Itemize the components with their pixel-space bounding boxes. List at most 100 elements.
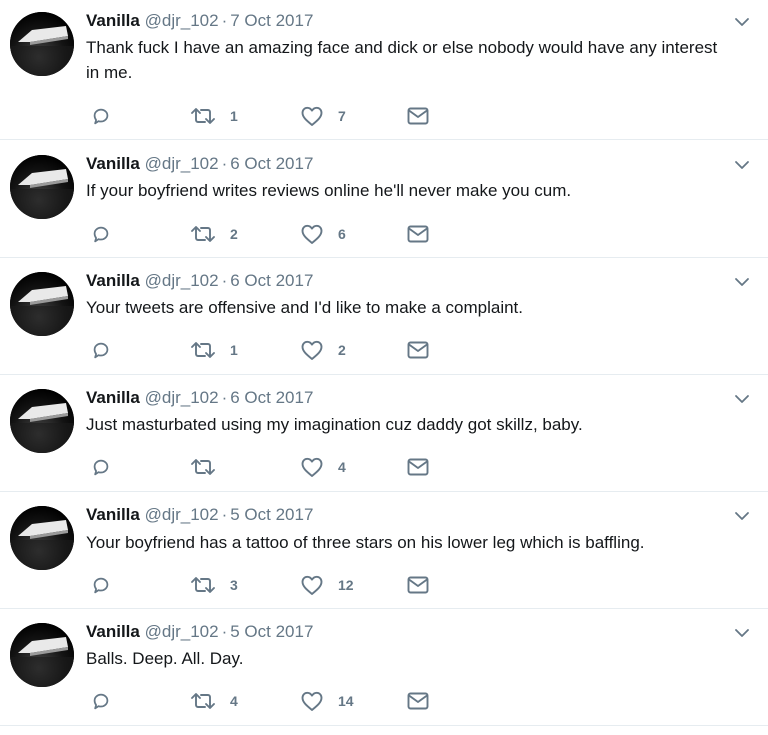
user-handle[interactable]: @djr_102 [145,271,219,290]
direct-message-icon [406,690,430,712]
like-button[interactable]: 7 [300,105,346,127]
avatar[interactable] [10,389,74,453]
like-count: 2 [338,342,346,358]
like-icon [300,339,324,361]
tweet-header: Vanilla @djr_102 · 5 Oct 2017 [86,505,313,525]
reply-button[interactable] [90,690,112,712]
chevron-down-icon[interactable] [734,392,750,404]
retweet-button[interactable]: 1 [190,339,238,361]
avatar[interactable] [10,506,74,570]
direct-message-icon [406,574,430,596]
tweet-text: Balls. Deep. All. Day. [86,649,244,668]
direct-message-icon [406,105,430,127]
tweet-text: Just masturbated using my imagination cu… [86,415,583,434]
display-name[interactable]: Vanilla [86,11,140,30]
tweet-date[interactable]: 7 Oct 2017 [230,11,313,30]
reply-button[interactable] [90,223,112,245]
reply-button[interactable] [90,105,112,127]
like-button[interactable]: 14 [300,690,354,712]
direct-message-button[interactable] [406,223,430,245]
tweet-date[interactable]: 5 Oct 2017 [230,505,313,524]
avatar[interactable] [10,623,74,687]
user-handle[interactable]: @djr_102 [145,388,219,407]
chevron-down-icon[interactable] [734,158,750,170]
retweet-count: 1 [230,108,238,124]
retweet-count: 2 [230,226,238,242]
tweet-actions: 3 12 [86,574,486,596]
user-handle[interactable]: @djr_102 [145,11,219,30]
tweet-header: Vanilla @djr_102 · 7 Oct 2017 [86,11,313,31]
retweet-button[interactable]: 1 [190,105,238,127]
chevron-down-icon[interactable] [734,15,750,27]
separator-dot: · [221,271,228,290]
display-name[interactable]: Vanilla [86,154,140,173]
direct-message-button[interactable] [406,105,430,127]
tweet-header: Vanilla @djr_102 · 6 Oct 2017 [86,154,313,174]
user-handle[interactable]: @djr_102 [145,505,219,524]
reply-icon [90,690,112,712]
user-handle[interactable]: @djr_102 [145,622,219,641]
direct-message-icon [406,456,430,478]
avatar[interactable] [10,272,74,336]
avatar[interactable] [10,155,74,219]
user-handle[interactable]: @djr_102 [145,154,219,173]
chevron-down-icon[interactable] [734,275,750,287]
reply-icon [90,223,112,245]
tweet-actions: 1 7 [86,105,486,127]
tweet-header: Vanilla @djr_102 · 6 Oct 2017 [86,388,313,408]
retweet-icon [190,574,216,596]
like-button[interactable]: 12 [300,574,354,596]
like-button[interactable]: 2 [300,339,346,361]
reply-button[interactable] [90,456,112,478]
retweet-button[interactable]: 2 [190,223,238,245]
retweet-button[interactable]: 4 [190,690,238,712]
direct-message-button[interactable] [406,574,430,596]
tweet-text: If your boyfriend writes reviews online … [86,181,572,200]
tweet-date[interactable]: 6 Oct 2017 [230,154,313,173]
retweet-button[interactable] [190,456,230,478]
like-icon [300,574,324,596]
separator-dot: · [221,154,228,173]
tweet[interactable]: Vanilla @djr_102 · 6 Oct 2017 Your tweets … [0,258,768,375]
direct-message-button[interactable] [406,456,430,478]
like-count: 4 [338,459,346,475]
tweet-actions: 2 6 [86,223,486,245]
display-name[interactable]: Vanilla [86,271,140,290]
like-button[interactable]: 4 [300,456,346,478]
tweet-date[interactable]: 5 Oct 2017 [230,622,313,641]
tweet-header: Vanilla @djr_102 · 5 Oct 2017 [86,622,313,642]
display-name[interactable]: Vanilla [86,388,140,407]
separator-dot: · [221,388,228,407]
retweet-button[interactable]: 3 [190,574,238,596]
tweet-actions: 4 14 [86,690,486,712]
like-icon [300,223,324,245]
tweet-date[interactable]: 6 Oct 2017 [230,271,313,290]
tweet[interactable]: Vanilla @djr_102 · 6 Oct 2017 Just masturb… [0,375,768,492]
like-icon [300,456,324,478]
direct-message-button[interactable] [406,690,430,712]
tweet-date[interactable]: 6 Oct 2017 [230,388,313,407]
chevron-down-icon[interactable] [734,626,750,638]
tweet[interactable]: Vanilla @djr_102 · 5 Oct 2017 Balls. Deep.… [0,609,768,726]
reply-icon [90,456,112,478]
retweet-icon [190,105,216,127]
retweet-count: 1 [230,342,238,358]
tweet-text: Your boyfriend has a tattoo of three sta… [86,533,645,552]
like-count: 7 [338,108,346,124]
reply-button[interactable] [90,339,112,361]
tweet[interactable]: Vanilla @djr_102 · 6 Oct 2017 If your boyf… [0,140,768,258]
chevron-down-icon[interactable] [734,509,750,521]
like-count: 12 [338,577,354,593]
like-button[interactable]: 6 [300,223,346,245]
retweet-icon [190,456,216,478]
like-icon [300,105,324,127]
display-name[interactable]: Vanilla [86,622,140,641]
tweet-text: Your tweets are offensive and I'd like t… [86,298,523,317]
tweet[interactable]: Vanilla @djr_102 · 5 Oct 2017 Your boyfrie… [0,492,768,609]
tweet-header: Vanilla @djr_102 · 6 Oct 2017 [86,271,313,291]
reply-button[interactable] [90,574,112,596]
display-name[interactable]: Vanilla [86,505,140,524]
direct-message-button[interactable] [406,339,430,361]
avatar[interactable] [10,12,74,76]
tweet[interactable]: Vanilla @djr_102 · 7 Oct 2017 Thank fuck I… [0,0,768,140]
